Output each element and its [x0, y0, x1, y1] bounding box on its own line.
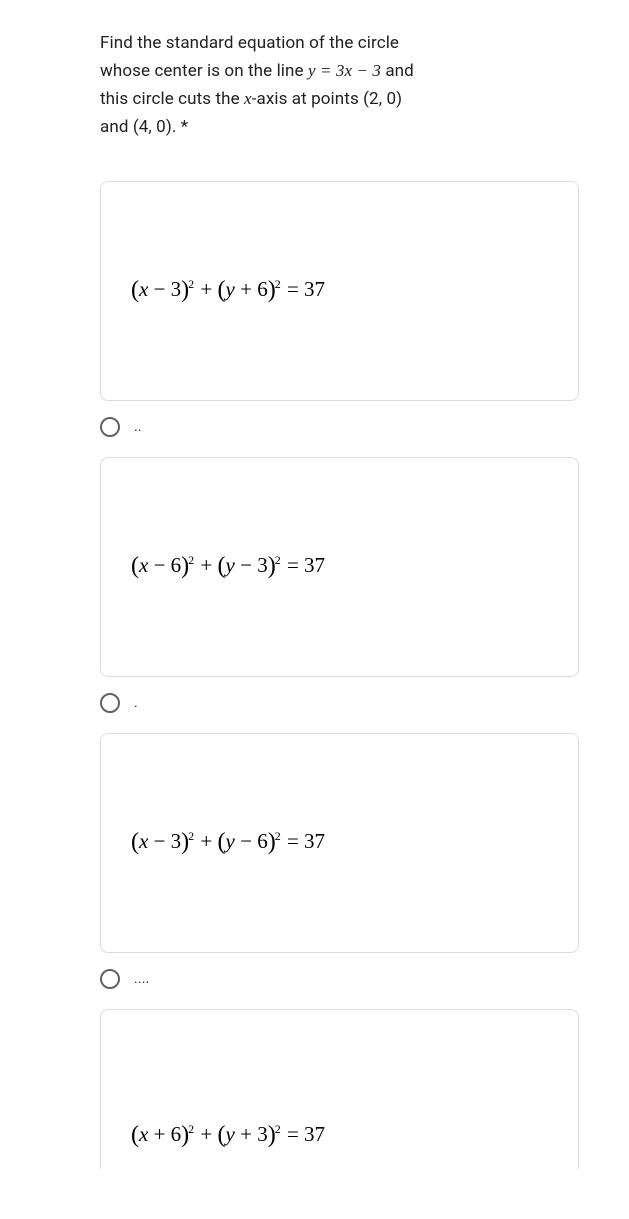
equation-2: (x − 6)2 + (y − 3)2 = 37	[131, 553, 325, 580]
equation-1: (x − 3)2 + (y + 6)2 = 37	[131, 277, 325, 304]
radio-circle-icon[interactable]	[100, 693, 120, 713]
radio-option-2[interactable]: .	[100, 693, 579, 713]
radio-label: .	[134, 695, 138, 711]
question-line-4: and (4, 0). *	[100, 117, 188, 137]
option-block: (x − 6)2 + (y − 3)2 = 37 .	[100, 457, 579, 713]
radio-option-1[interactable]: ..	[100, 417, 579, 437]
equation-4: (x + 6)2 + (y + 3)2 = 37	[131, 1122, 325, 1149]
question-line-3-pre: this circle cuts the	[100, 89, 244, 109]
option-card-1: (x − 3)2 + (y + 6)2 = 37	[100, 181, 579, 401]
question-line-2-eq: y = 3x − 3	[308, 61, 381, 80]
radio-label: ....	[134, 971, 150, 987]
question-line-3-post: -axis at points (2, 0)	[252, 89, 402, 109]
option-block: (x − 3)2 + (y − 6)2 = 37 ....	[100, 733, 579, 989]
question-line-1: Find the standard equation of the circle	[100, 33, 399, 53]
question-line-3-xaxis: x	[244, 89, 252, 108]
question-line-2-post: and	[381, 61, 414, 81]
question-line-2-pre: whose center is on the line	[100, 61, 308, 81]
option-block: (x − 3)2 + (y + 6)2 = 37 ..	[100, 181, 579, 437]
question-text: Find the standard equation of the circle…	[100, 30, 579, 141]
radio-circle-icon[interactable]	[100, 969, 120, 989]
option-block: (x + 6)2 + (y + 3)2 = 37	[100, 1009, 579, 1169]
radio-option-3[interactable]: ....	[100, 969, 579, 989]
radio-label: ..	[134, 419, 142, 435]
equation-3: (x − 3)2 + (y − 6)2 = 37	[131, 829, 325, 856]
option-card-2: (x − 6)2 + (y − 3)2 = 37	[100, 457, 579, 677]
radio-circle-icon[interactable]	[100, 417, 120, 437]
option-card-3: (x − 3)2 + (y − 6)2 = 37	[100, 733, 579, 953]
option-card-4: (x + 6)2 + (y + 3)2 = 37	[100, 1009, 579, 1169]
